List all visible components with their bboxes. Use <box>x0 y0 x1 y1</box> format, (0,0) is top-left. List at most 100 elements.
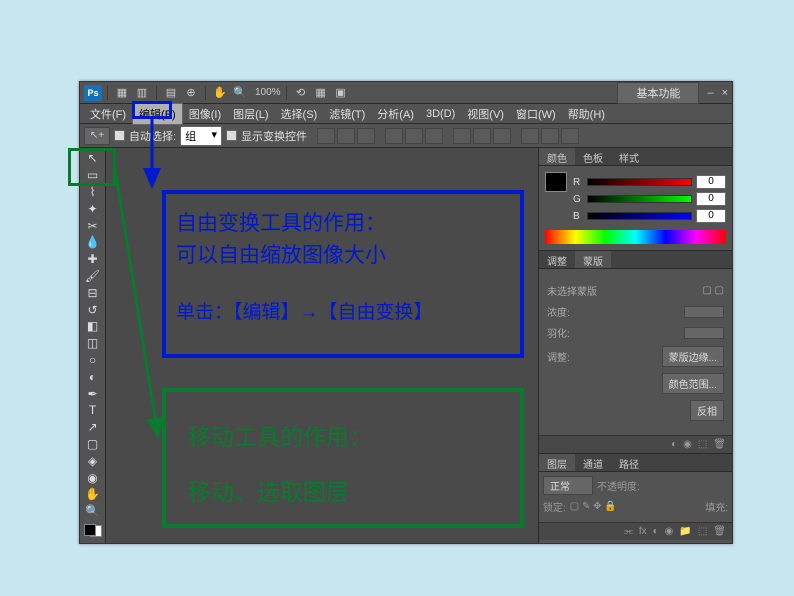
menu-bar: 文件(F) 编辑(E) 图像(I) 图层(L) 选择(S) 滤镜(T) 分析(A… <box>80 104 732 124</box>
distribute-button[interactable] <box>521 128 539 144</box>
align-button[interactable] <box>317 128 335 144</box>
gradient-tool[interactable]: ◫ <box>82 336 104 351</box>
align-button[interactable] <box>357 128 375 144</box>
footer-icon[interactable]: ◐ <box>671 439 677 450</box>
arrange-icon[interactable]: ▦ <box>312 85 330 101</box>
tab-adjustments[interactable]: 调整 <box>539 251 575 268</box>
wand-tool[interactable]: ✦ <box>82 201 104 216</box>
adjust-label: 调整: <box>547 349 570 364</box>
b-slider[interactable] <box>587 212 692 220</box>
mask-panel-footer: ◐ ◉ ⬚ 🗑 <box>539 435 732 453</box>
rotate-icon[interactable]: ⟲ <box>292 85 310 101</box>
density-field[interactable] <box>684 306 724 318</box>
3d-tool[interactable]: ◈ <box>82 453 104 468</box>
mask-icon[interactable]: ◐ <box>653 526 659 537</box>
type-tool[interactable]: T <box>82 403 104 418</box>
path-tool[interactable]: ↗ <box>82 420 104 435</box>
align-button[interactable] <box>405 128 423 144</box>
menu-edit[interactable]: 编辑(E) <box>132 103 183 125</box>
healing-tool[interactable]: ✚ <box>82 252 104 267</box>
r-slider[interactable] <box>587 178 692 186</box>
foreground-color[interactable] <box>545 172 567 192</box>
spectrum-bar[interactable] <box>545 230 726 244</box>
invert-button[interactable]: 反相 <box>690 400 724 421</box>
blend-mode-select[interactable]: 正常 <box>543 476 593 495</box>
align-button[interactable] <box>337 128 355 144</box>
link-icon[interactable]: ⫘ <box>624 526 633 537</box>
zoom-tool[interactable]: 🔍 <box>82 504 104 519</box>
color-panel: R0 G0 B0 <box>539 166 732 250</box>
dodge-tool[interactable]: ◐ <box>82 369 104 384</box>
blur-tool[interactable]: ○ <box>82 353 104 368</box>
crop-tool[interactable]: ✂ <box>82 218 104 233</box>
trash-icon[interactable]: 🗑 <box>713 526 726 537</box>
menu-layer[interactable]: 图层(L) <box>227 104 274 124</box>
footer-icon[interactable]: ⬚ <box>698 439 707 450</box>
annotation-free-transform-box: 自由变换工具的作用： 可以自由缩放图像大小 单击：【编辑】→【自由变换】 <box>162 190 524 358</box>
3dcam-tool[interactable]: ◉ <box>82 470 104 485</box>
tab-layers[interactable]: 图层 <box>539 454 575 471</box>
zoom-level[interactable]: 100% <box>255 87 281 98</box>
menu-window[interactable]: 窗口(W) <box>510 104 562 124</box>
stamp-tool[interactable]: ⊟ <box>82 285 104 300</box>
g-slider[interactable] <box>587 195 692 203</box>
tool-indicator[interactable]: ↖+ <box>84 127 110 145</box>
adjustment-icon[interactable]: ◉ <box>665 526 674 537</box>
mask-edge-button[interactable]: 蒙版边缘... <box>662 346 724 367</box>
tab-channels[interactable]: 通道 <box>575 454 611 471</box>
tab-styles[interactable]: 样式 <box>611 148 647 165</box>
folder-icon[interactable]: 📁 <box>679 526 691 537</box>
zoom-icon[interactable]: ⊕ <box>182 85 200 101</box>
new-layer-icon[interactable]: ⬚ <box>698 526 707 537</box>
pen-tool[interactable]: ✒ <box>82 386 104 401</box>
color-range-button[interactable]: 颜色范围... <box>662 373 724 394</box>
b-value[interactable]: 0 <box>696 209 726 223</box>
autoselect-checkbox[interactable] <box>114 130 125 141</box>
fx-icon[interactable]: fx <box>639 526 647 537</box>
menu-3d[interactable]: 3D(D) <box>420 106 461 122</box>
bridge-icon[interactable]: ▦ <box>113 85 131 101</box>
feather-field[interactable] <box>684 327 724 339</box>
app-iconbar: Ps ▦ ▥ ▤ ⊕ ✋ 🔍 100% ⟲ ▦ ▣ 基本功能 – × <box>80 82 732 104</box>
color-swatches[interactable] <box>84 524 102 537</box>
hand-tool[interactable]: ✋ <box>82 487 104 502</box>
tab-color[interactable]: 颜色 <box>539 148 575 165</box>
autoselect-dropdown[interactable]: 组▾ <box>180 126 222 146</box>
trash-icon[interactable]: 🗑 <box>713 439 726 450</box>
footer-icon[interactable]: ◉ <box>683 439 692 450</box>
tab-swatches[interactable]: 色板 <box>575 148 611 165</box>
workspace-selector[interactable]: 基本功能 <box>617 82 699 104</box>
tab-mask[interactable]: 蒙版 <box>575 251 611 268</box>
distribute-button[interactable] <box>561 128 579 144</box>
g-value[interactable]: 0 <box>696 192 726 206</box>
menu-select[interactable]: 选择(S) <box>275 104 324 124</box>
distribute-button[interactable] <box>453 128 471 144</box>
minimize-button[interactable]: – <box>707 87 713 99</box>
eyedropper-tool[interactable]: 💧 <box>82 235 104 250</box>
close-button[interactable]: × <box>722 87 728 99</box>
tab-paths[interactable]: 路径 <box>611 454 647 471</box>
menu-view[interactable]: 视图(V) <box>461 104 510 124</box>
distribute-button[interactable] <box>493 128 511 144</box>
distribute-button[interactable] <box>541 128 559 144</box>
menu-help[interactable]: 帮助(H) <box>562 104 611 124</box>
menu-image[interactable]: 图像(I) <box>183 104 227 124</box>
distribute-button[interactable] <box>473 128 491 144</box>
extras-icon[interactable]: ▤ <box>162 85 180 101</box>
zoomlevel-icon[interactable]: 🔍 <box>231 85 249 101</box>
align-button[interactable] <box>425 128 443 144</box>
eraser-tool[interactable]: ◧ <box>82 319 104 334</box>
show-transform-checkbox[interactable] <box>226 130 237 141</box>
r-value[interactable]: 0 <box>696 175 726 189</box>
menu-file[interactable]: 文件(F) <box>84 104 132 124</box>
screenmode-icon[interactable]: ▣ <box>332 85 350 101</box>
shape-tool[interactable]: ▢ <box>82 437 104 452</box>
brush-tool[interactable]: 🖌 <box>82 269 104 284</box>
menu-analysis[interactable]: 分析(A) <box>371 104 420 124</box>
history-brush-tool[interactable]: ↺ <box>82 302 104 317</box>
minibridge-icon[interactable]: ▥ <box>133 85 151 101</box>
hand-icon[interactable]: ✋ <box>211 85 229 101</box>
align-button[interactable] <box>385 128 403 144</box>
menu-filter[interactable]: 滤镜(T) <box>323 104 371 124</box>
lasso-tool[interactable]: ⌇ <box>82 185 104 200</box>
